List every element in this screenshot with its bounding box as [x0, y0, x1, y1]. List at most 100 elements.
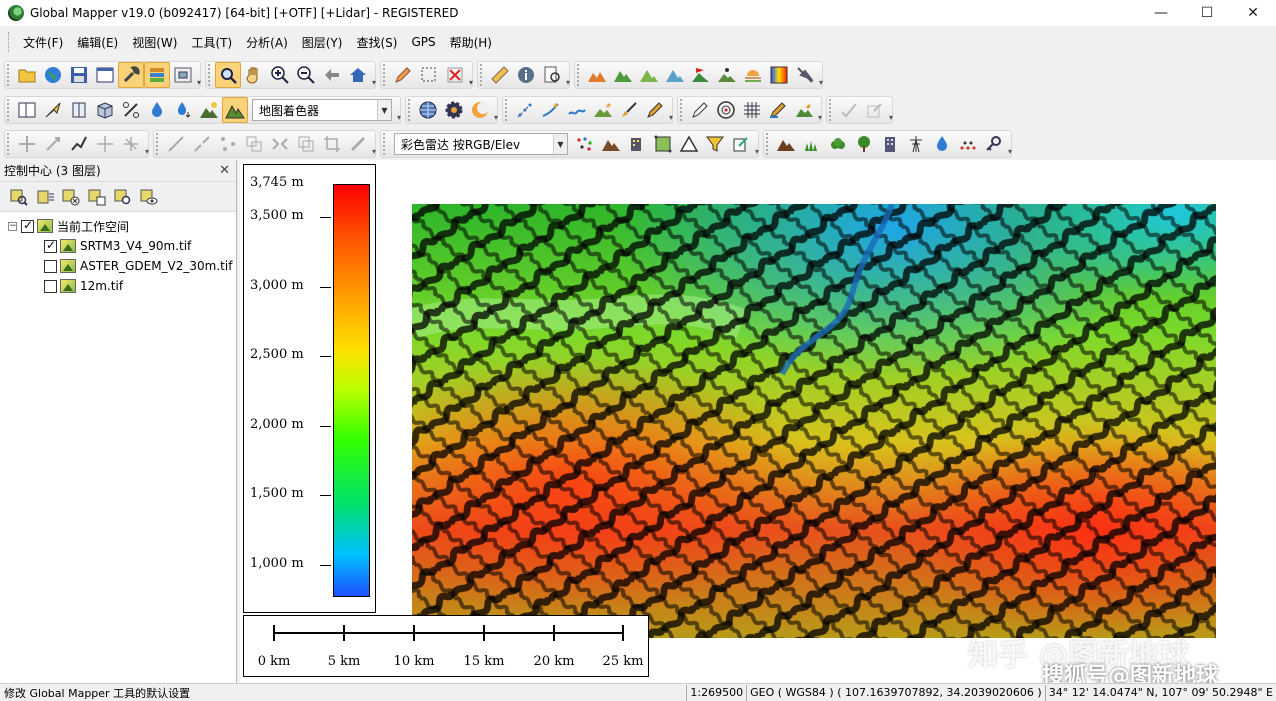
zoom-out-button[interactable]: [293, 62, 319, 88]
layer-info-button[interactable]: [84, 184, 110, 210]
workspace-button[interactable]: [92, 62, 118, 88]
menu-help[interactable]: 帮助(H): [443, 34, 499, 51]
class-shrub-button[interactable]: [825, 131, 851, 157]
moon-button[interactable]: [467, 97, 493, 123]
class-tree-button[interactable]: [851, 131, 877, 157]
disabled-check-button[interactable]: [836, 97, 862, 123]
close-icon[interactable]: ✕: [219, 163, 230, 178]
toolbar-grip[interactable]: [480, 64, 483, 86]
merge-button[interactable]: [267, 131, 293, 157]
water-drop-down-button[interactable]: [170, 97, 196, 123]
line-tool-button[interactable]: [163, 131, 189, 157]
lidar-classes-button[interactable]: [572, 131, 598, 157]
layer-checkbox[interactable]: [44, 238, 57, 253]
config-button[interactable]: [118, 62, 144, 88]
menu-search[interactable]: 查找(S): [349, 34, 404, 51]
minimize-button[interactable]: —: [1138, 0, 1184, 26]
view-shed-button[interactable]: [610, 62, 636, 88]
layer-checkbox[interactable]: [44, 279, 57, 293]
lidar-frame-button[interactable]: [650, 131, 676, 157]
layer-row[interactable]: ASTER_GDEM_V2_30m.tif: [0, 256, 236, 276]
full-view-button[interactable]: [345, 62, 371, 88]
toolbar-grip[interactable]: [156, 133, 159, 155]
control-center-button[interactable]: [144, 62, 170, 88]
zoom-tool-button[interactable]: [215, 62, 241, 88]
class-building-button[interactable]: [877, 131, 903, 157]
chevron-down-icon[interactable]: ▼: [553, 134, 567, 154]
lidar-terrain-button[interactable]: [590, 97, 616, 123]
toolbar-grip[interactable]: [7, 99, 10, 121]
toolbar-grip[interactable]: [829, 99, 832, 121]
class-noise-button[interactable]: [955, 131, 981, 157]
lidar-target-button[interactable]: [713, 97, 739, 123]
disabled-edit-button[interactable]: [862, 97, 888, 123]
toolbar-grip[interactable]: [208, 64, 211, 86]
water-level-button[interactable]: [144, 97, 170, 123]
move-feature-button[interactable]: [92, 131, 118, 157]
lidar-points-button[interactable]: [512, 97, 538, 123]
save-button[interactable]: [66, 62, 92, 88]
remove-layer-button[interactable]: [58, 184, 84, 210]
map-view[interactable]: 3,745 m 3,500 m 3,000 m 2,500 m 2,000 m …: [240, 160, 1276, 689]
resize-button[interactable]: [40, 131, 66, 157]
class-ground-button[interactable]: [773, 131, 799, 157]
scale-feature-button[interactable]: [118, 131, 144, 157]
zoom-in-button[interactable]: [267, 62, 293, 88]
toolbar-grip[interactable]: [680, 99, 683, 121]
menu-tools[interactable]: 工具(T): [184, 34, 239, 51]
workspace-node[interactable]: − 当前工作空间: [0, 216, 236, 236]
lidar-mountain-button[interactable]: [598, 131, 624, 157]
menu-analysis[interactable]: 分析(A): [239, 34, 295, 51]
menu-view[interactable]: 视图(W): [125, 34, 184, 51]
layer-options-button[interactable]: [32, 184, 58, 210]
menu-gps[interactable]: GPS: [404, 35, 442, 49]
lidar-select-button[interactable]: [687, 97, 713, 123]
lidar-grid-button[interactable]: [739, 97, 765, 123]
hill-shade-button[interactable]: [222, 97, 248, 123]
class-water-button[interactable]: [929, 131, 955, 157]
contour-button[interactable]: [714, 62, 740, 88]
lidar-wave-button[interactable]: [564, 97, 590, 123]
workspace-checkbox[interactable]: [21, 218, 34, 233]
crop-button[interactable]: [319, 131, 345, 157]
copy-shape-button[interactable]: [293, 131, 319, 157]
sun-terrain-button[interactable]: [196, 97, 222, 123]
toolbar-grip[interactable]: [766, 133, 769, 155]
aircraft-button[interactable]: [792, 62, 818, 88]
close-button[interactable]: ✕: [1230, 0, 1276, 26]
flag-terrain-button[interactable]: [688, 62, 714, 88]
projection-button[interactable]: [415, 97, 441, 123]
split-view-button[interactable]: [14, 97, 40, 123]
terrain-profile-button[interactable]: [584, 62, 610, 88]
path-profile-button[interactable]: [539, 62, 565, 88]
layer-row[interactable]: 12m.tif: [0, 276, 236, 296]
lidar-pen-button[interactable]: [642, 97, 668, 123]
shader-select[interactable]: 地图着色器 ▼: [252, 99, 392, 121]
back-button[interactable]: [319, 62, 345, 88]
layer-checkbox[interactable]: [44, 259, 57, 273]
metadata-button[interactable]: [6, 184, 32, 210]
online-data-button[interactable]: [40, 62, 66, 88]
volume-button[interactable]: [636, 62, 662, 88]
select-area-button[interactable]: [416, 62, 442, 88]
lidar-edit-button[interactable]: [728, 131, 754, 157]
menu-layer[interactable]: 图层(Y): [295, 34, 350, 51]
measure-button[interactable]: [487, 62, 513, 88]
chevron-down-icon[interactable]: ▼: [377, 100, 391, 120]
light-direction-button[interactable]: [40, 97, 66, 123]
menu-grip[interactable]: [8, 32, 12, 52]
slope-button[interactable]: [118, 97, 144, 123]
lidar-classify-button[interactable]: [791, 97, 817, 123]
feature-info-button[interactable]: [513, 62, 539, 88]
toolbar-grip[interactable]: [7, 64, 10, 86]
maximize-button[interactable]: ☐: [1184, 0, 1230, 26]
toolbar-grip[interactable]: [7, 133, 10, 155]
show-hide-layer-button[interactable]: [136, 184, 162, 210]
toolbar-grip[interactable]: [577, 64, 580, 86]
ruler-tool-button[interactable]: [345, 131, 371, 157]
toolbar-grip[interactable]: [383, 133, 386, 155]
toolbar-grip[interactable]: [408, 99, 411, 121]
digitizer-button[interactable]: [390, 62, 416, 88]
3d-view-button[interactable]: [92, 97, 118, 123]
lidar-color-select[interactable]: 彩色雷达 按RGB/Elev ▼: [394, 133, 568, 155]
